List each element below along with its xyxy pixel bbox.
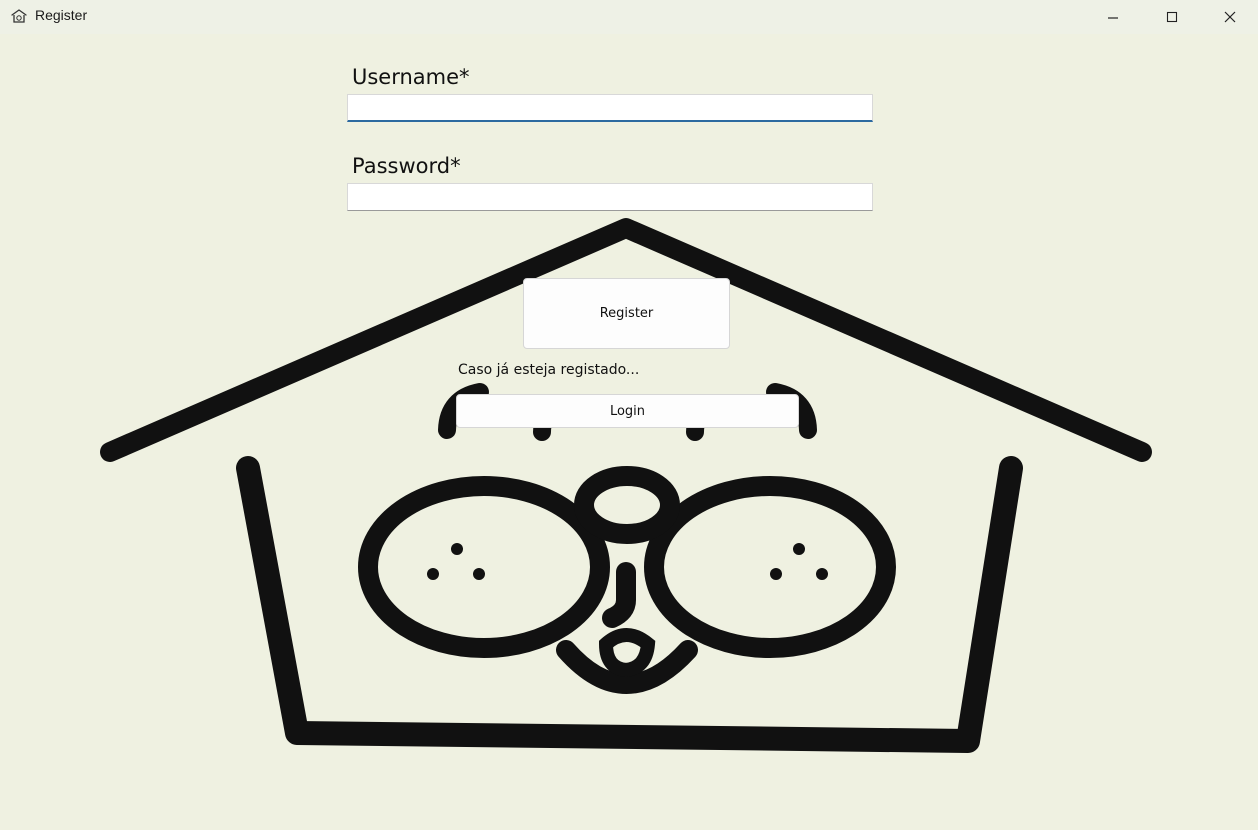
dog-house-logo	[100, 218, 1152, 753]
username-label: Username*	[352, 65, 470, 89]
nose	[574, 466, 680, 544]
password-input[interactable]	[347, 183, 873, 211]
snout-line	[602, 562, 636, 628]
username-input[interactable]	[347, 94, 873, 122]
window-content: Username* Password* Register Caso já est…	[0, 34, 1258, 830]
password-label: Password*	[352, 154, 461, 178]
minimize-icon	[1108, 17, 1118, 19]
maximize-icon	[1166, 11, 1178, 23]
login-button[interactable]: Login	[456, 394, 799, 428]
title-bar: Register	[0, 0, 1258, 34]
register-button[interactable]: Register	[523, 278, 730, 349]
minimize-button[interactable]	[1090, 0, 1136, 34]
close-button[interactable]	[1207, 0, 1253, 34]
close-icon	[1224, 11, 1236, 23]
tongue	[598, 628, 656, 678]
right-cheek	[644, 476, 896, 658]
dog-house-icon	[11, 9, 27, 23]
window-title: Register	[35, 7, 88, 23]
maximize-button[interactable]	[1149, 0, 1195, 34]
login-hint: Caso já esteja registado...	[458, 362, 640, 378]
left-cheek	[358, 476, 610, 658]
